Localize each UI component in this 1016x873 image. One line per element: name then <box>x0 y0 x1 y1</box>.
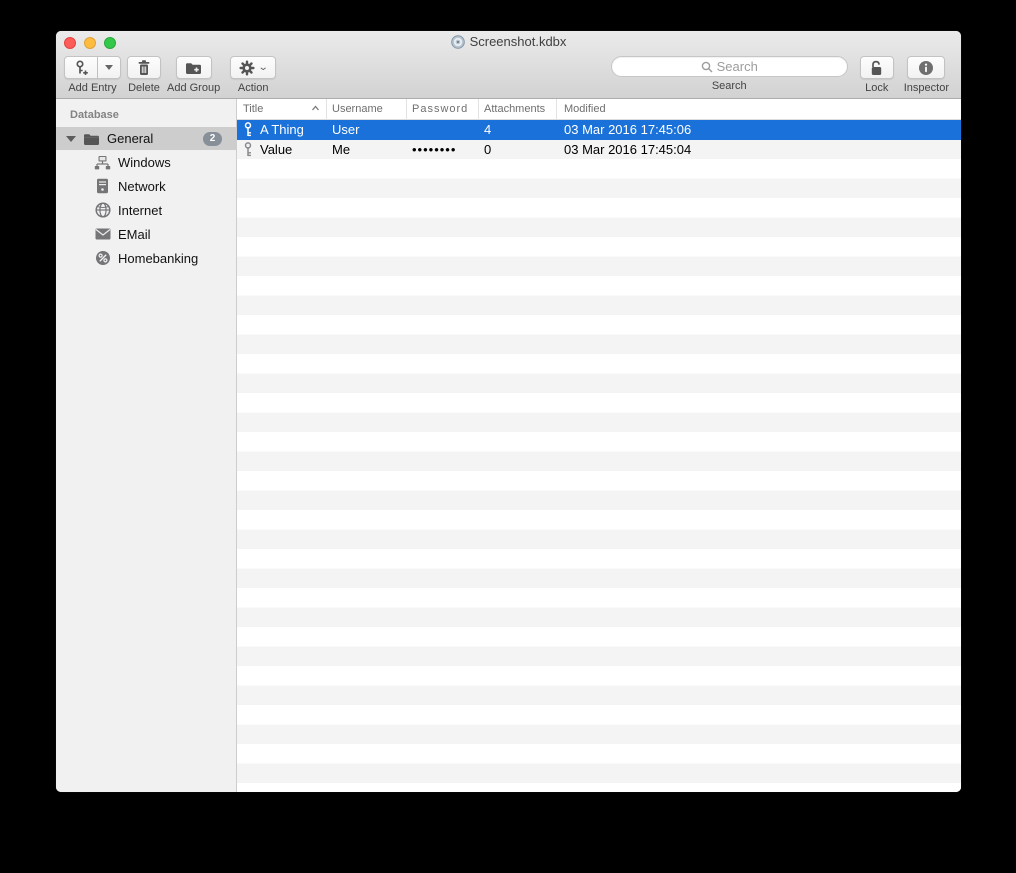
delete-tool: Delete <box>127 56 161 94</box>
sidebar-item-general[interactable]: General 2 <box>56 127 236 150</box>
sidebar-item-label: Windows <box>118 154 171 170</box>
lock-label: Lock <box>865 82 889 94</box>
window-title-area: Screenshot.kdbx <box>56 34 961 49</box>
sort-ascending-icon <box>312 105 319 112</box>
sidebar-item-label: Internet <box>118 202 163 218</box>
entry-username: User <box>332 122 360 138</box>
add-entry-tool: Add Entry <box>64 56 121 94</box>
sidebar-item-windows[interactable]: Windows <box>56 150 236 174</box>
sidebar-item-label: Homebanking <box>118 250 199 266</box>
disclosure-triangle-icon[interactable] <box>66 135 76 142</box>
key-icon <box>243 122 253 137</box>
search-icon <box>701 61 713 73</box>
folder-plus-icon <box>185 61 202 75</box>
lock-button[interactable] <box>859 56 894 79</box>
open-padlock-icon <box>869 60 884 76</box>
entry-attachments: 4 <box>484 122 492 138</box>
window-title: Screenshot.kdbx <box>469 34 567 49</box>
key-icon <box>243 141 253 157</box>
globe-icon <box>94 202 111 219</box>
titlebar-toolbar: Screenshot.kdbx Add Entry Delete Add Gro… <box>56 31 961 99</box>
delete-label: Delete <box>128 82 160 94</box>
key-plus-icon <box>74 59 89 76</box>
entry-username: Me <box>332 141 351 157</box>
titlebar: Screenshot.kdbx <box>56 31 961 53</box>
add-entry-button[interactable] <box>64 56 98 79</box>
dropdown-caret-icon <box>105 65 113 70</box>
inspector-button[interactable] <box>907 56 946 79</box>
delete-button[interactable] <box>127 56 161 79</box>
column-header-modified[interactable]: Modified <box>557 99 961 119</box>
entry-table: Title Username Password Attachments Modi… <box>237 99 961 792</box>
server-icon <box>94 178 111 195</box>
entry-count-badge: 2 <box>203 131 222 146</box>
percent-circle-icon <box>94 250 111 267</box>
entry-title: A Thing <box>260 122 304 138</box>
search-tool: Search Search <box>610 56 848 92</box>
action-label: Action <box>237 82 269 94</box>
document-icon <box>450 34 465 49</box>
chevron-down-icon: ⌄ <box>257 62 269 73</box>
sidebar-item-label: EMail <box>118 226 151 242</box>
add-entry-label: Add Entry <box>68 82 117 94</box>
entry-password: •••••••• <box>412 141 457 157</box>
search-label: Search <box>711 80 747 92</box>
entry-attachments: 0 <box>484 141 492 157</box>
sidebar-item-label: General <box>107 131 154 146</box>
entry-title: Value <box>260 141 293 157</box>
table-row[interactable]: A Thing User 4 03 Mar 2016 17:45:06 <box>237 120 961 140</box>
sidebar-item-internet[interactable]: Internet <box>56 198 236 222</box>
action-tool: ⌄ Action <box>230 56 277 94</box>
search-input[interactable]: Search <box>610 56 848 77</box>
trash-icon <box>137 59 151 76</box>
table-row[interactable]: Value Me •••••••• 0 03 Mar 2016 17:45:04 <box>237 140 961 160</box>
table-body: A Thing User 4 03 Mar 2016 17:45:06 Valu… <box>237 120 961 792</box>
entry-modified: 03 Mar 2016 17:45:06 <box>564 122 692 138</box>
app-window: Screenshot.kdbx Add Entry Delete Add Gro… <box>56 31 961 792</box>
toolbar: Add Entry Delete Add Group ⌄ Action Sear… <box>56 56 961 94</box>
info-icon <box>918 60 934 76</box>
lock-tool: Lock <box>859 56 894 94</box>
gear-icon <box>239 60 255 76</box>
sidebar-item-homebanking[interactable]: Homebanking <box>56 246 236 270</box>
sidebar-item-network[interactable]: Network <box>56 174 236 198</box>
add-entry-dropdown-button[interactable] <box>98 56 121 79</box>
add-group-button[interactable] <box>175 56 212 79</box>
search-placeholder: Search <box>716 59 758 74</box>
inspector-tool: Inspector <box>904 56 949 94</box>
windows-network-icon <box>94 154 111 171</box>
add-group-label: Add Group <box>167 82 221 94</box>
table-header: Title Username Password Attachments Modi… <box>237 99 961 120</box>
column-header-title[interactable]: Title <box>237 99 327 119</box>
sidebar-section-header: Database <box>70 109 119 121</box>
add-group-tool: Add Group <box>167 56 220 94</box>
sidebar-item-email[interactable]: EMail <box>56 222 236 246</box>
action-button[interactable]: ⌄ <box>230 56 277 79</box>
envelope-icon <box>94 226 111 243</box>
column-header-username[interactable]: Username <box>327 99 407 119</box>
sidebar: Database General 2 Windows Network Inter… <box>56 99 237 792</box>
folder-icon <box>83 132 100 146</box>
column-header-attachments[interactable]: Attachments <box>479 99 557 119</box>
entry-modified: 03 Mar 2016 17:45:04 <box>564 141 692 157</box>
inspector-label: Inspector <box>903 82 949 94</box>
sidebar-item-label: Network <box>118 178 166 194</box>
column-header-password[interactable]: Password <box>407 99 479 119</box>
